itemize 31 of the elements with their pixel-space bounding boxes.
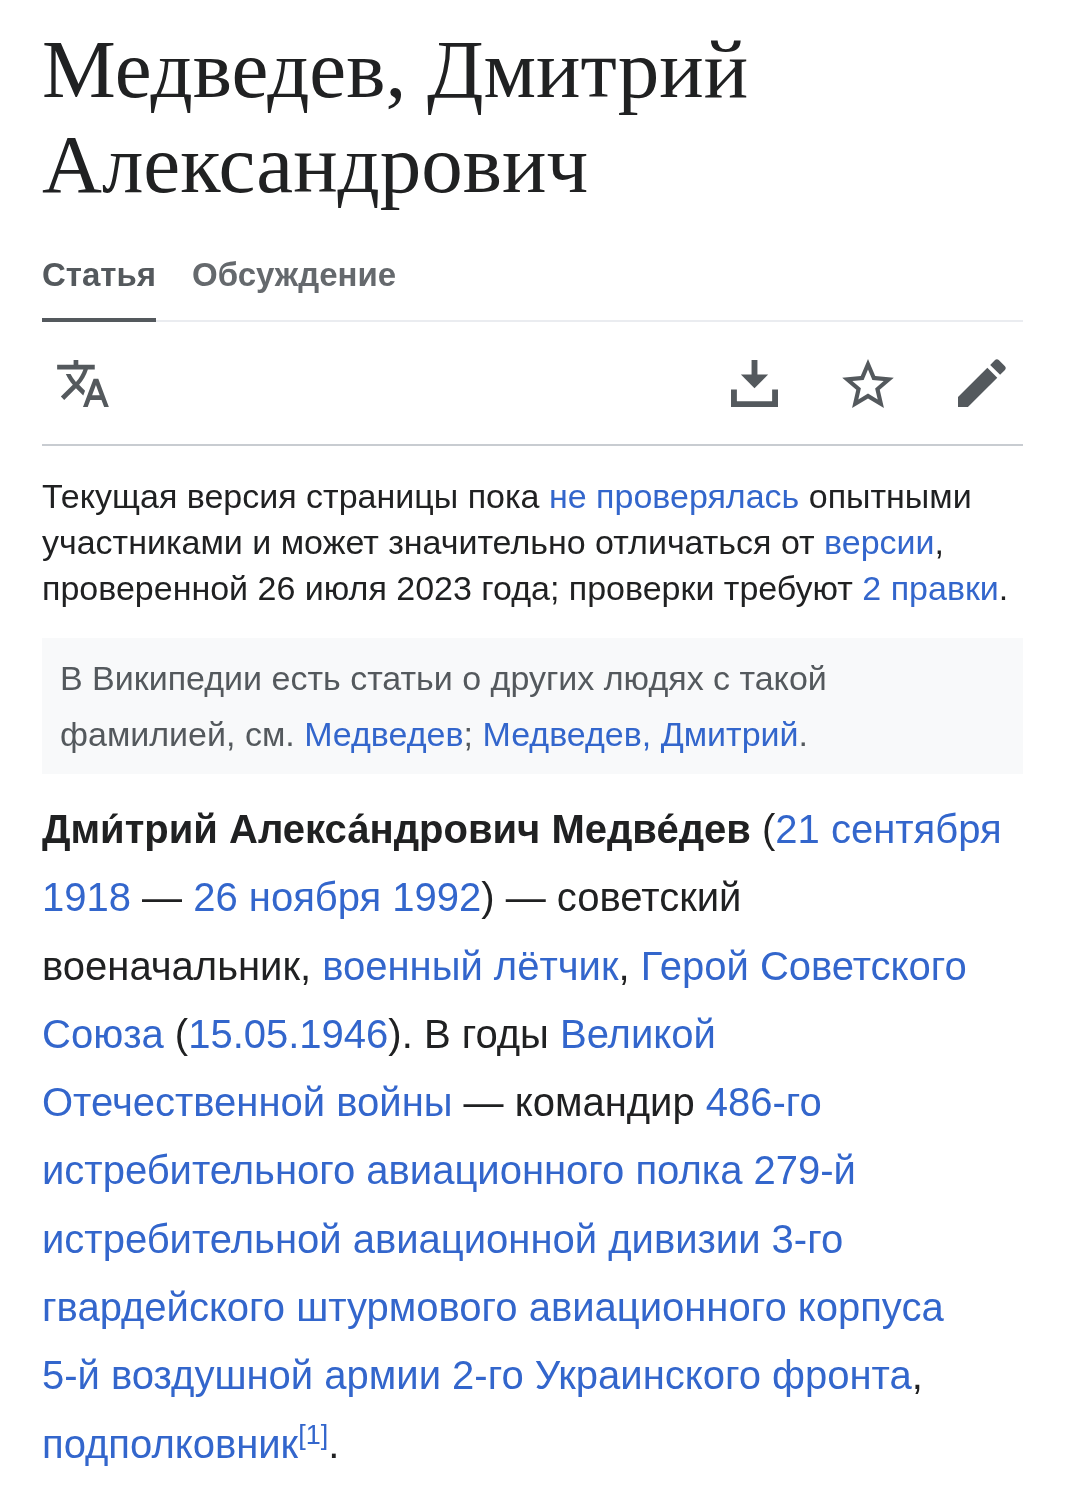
- reference-link[interactable]: [1]: [298, 1420, 329, 1451]
- article-link[interactable]: 21 сентября: [775, 807, 1002, 851]
- article-link[interactable]: 486-го: [705, 1080, 822, 1125]
- article-link[interactable]: подполковник: [42, 1421, 299, 1466]
- article-link[interactable]: военный лётчик: [322, 943, 619, 988]
- article-link[interactable]: Герой Советского: [640, 943, 967, 988]
- download-icon[interactable]: [731, 359, 778, 407]
- article-link[interactable]: Отечественной войны: [42, 1080, 453, 1125]
- page-title: Медведев, Дмитрий Александрович: [42, 22, 750, 212]
- article-link[interactable]: 1918: [42, 875, 131, 920]
- article-link[interactable]: версии: [824, 523, 935, 561]
- tab[interactable]: Статья: [42, 257, 157, 322]
- hatnote-text: В Википедии есть статьи о других людях с такой фамилией, см. Медведев; Медведев, Дмитрий.: [60, 658, 828, 755]
- tab[interactable]: Обсуждение: [192, 257, 397, 322]
- translate-icon[interactable]: [57, 359, 109, 407]
- article-link[interactable]: Медведев, Дмитрий: [482, 715, 799, 753]
- article-link[interactable]: Союза: [42, 1011, 164, 1056]
- revision-notice-text: Текущая версия страницы пока не проверялась опытными участниками и может значительно отличаться от версии, проверенной 26 июля 2023 года; проверки требуют 2 правки.: [42, 476, 1010, 609]
- pencil-icon[interactable]: [958, 359, 1006, 407]
- article-link[interactable]: не проверялась: [548, 477, 800, 515]
- article-link[interactable]: 26 ноября 1992: [193, 875, 482, 920]
- lead-paragraph: Дми́трий Алекса́ндрович Медве́дев (21 сентября 1918 — 26 ноября 1992) — советский военачальник, военный лётчик, Герой Советского Союза (15.05.1946). В годы Великой Отечественной войны — командир 486-го истребительного авиационного полка 279-й истребительной авиационной дивизии 3-го гвардейского штурмового авиационного корпуса 5-й воздушной армии 2-го Украинского фронта, подполковник$^{[1]}$.: [42, 806, 1003, 1468]
- article-link[interactable]: гвардейского штурмового авиационного корпуса: [42, 1285, 944, 1330]
- article-link[interactable]: истребительного авиационного полка 279-й: [42, 1148, 856, 1193]
- article-link[interactable]: 5-й воздушной армии 2-го Украинского фронта: [42, 1353, 912, 1398]
- star-icon[interactable]: [842, 358, 894, 408]
- article-link[interactable]: истребительной авиационной дивизии 3-го: [42, 1216, 844, 1261]
- article-link[interactable]: Медведев: [304, 715, 464, 753]
- article-link[interactable]: 2 правки: [862, 569, 999, 607]
- article-link[interactable]: 15.05.1946: [188, 1011, 389, 1056]
- article-link[interactable]: Великой: [560, 1011, 716, 1056]
